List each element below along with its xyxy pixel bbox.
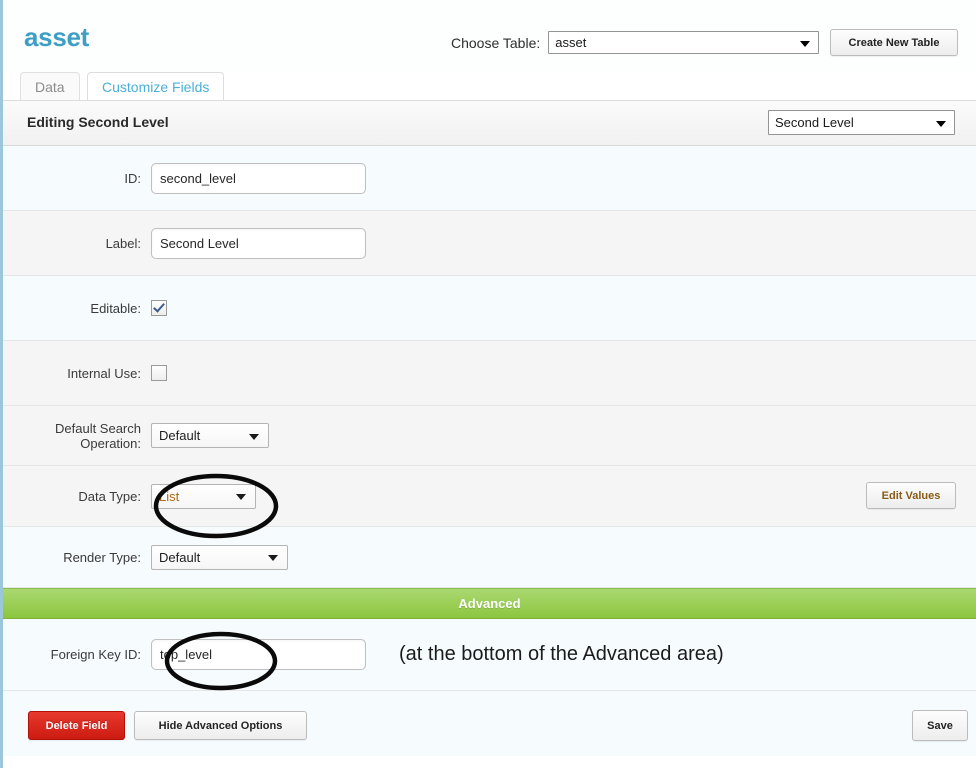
field-foreign-key-wrap: (at the bottom of the Advanced area) (151, 639, 976, 670)
row-id: ID: (3, 146, 976, 211)
editable-checkbox[interactable] (151, 300, 167, 316)
field-render-type-wrap: Default (151, 544, 976, 570)
app-window: asset Choose Table: asset Create New Tab… (0, 0, 976, 768)
field-chooser-select[interactable]: Second Level (768, 110, 955, 135)
internal-use-checkbox[interactable] (151, 365, 167, 381)
field-id-wrap (151, 162, 976, 194)
label-render-type: Render Type: (63, 549, 141, 565)
choose-table-group: Choose Table: asset (451, 31, 820, 54)
tab-bar: Data Customize Fields (20, 72, 976, 100)
render-type-value: Default (159, 549, 201, 565)
hide-advanced-options-button[interactable]: Hide Advanced Options (134, 711, 307, 740)
row-data-type: Data Type: List Edit Values (3, 466, 976, 527)
tab-customize-fields[interactable]: Customize Fields (87, 72, 225, 100)
tab-data-label: Data (35, 78, 65, 95)
id-input[interactable] (151, 162, 366, 194)
delete-field-button[interactable]: Delete Field (28, 711, 125, 740)
label-id: ID: (124, 170, 141, 186)
chevron-down-icon (800, 40, 811, 47)
row-internal-use: Internal Use: (3, 341, 976, 406)
label-default-search-operation: Default Search Operation: (3, 421, 151, 451)
choose-table-label: Choose Table: (451, 34, 541, 51)
choose-table-value: asset (555, 35, 587, 50)
field-editable-wrap (151, 300, 976, 316)
row-default-search-operation: Default Search Operation: Default (3, 406, 976, 466)
label-foreign-key-id: Foreign Key ID: (50, 647, 141, 662)
field-data-type-wrap: List Edit Values (151, 482, 976, 509)
save-label: Save (927, 719, 953, 732)
label-input[interactable] (151, 227, 366, 259)
save-button[interactable]: Save (912, 710, 968, 741)
render-type-select[interactable]: Default (151, 544, 288, 570)
data-type-select[interactable]: List (151, 483, 256, 509)
field-internal-use-wrap (151, 365, 976, 381)
editing-header: Editing Second Level Second Level (3, 100, 976, 146)
chevron-down-icon (936, 120, 946, 127)
app-logo: asset (24, 22, 89, 52)
advanced-section-banner: Advanced (3, 588, 976, 619)
label-default-search-operation-line2: Operation: (80, 435, 141, 451)
row-foreign-key-id: Foreign Key ID: (at the bottom of the Ad… (3, 619, 976, 691)
data-type-value: List (159, 488, 180, 504)
row-label: Label: (3, 211, 976, 276)
top-bar: asset Choose Table: asset Create New Tab… (3, 0, 976, 72)
chevron-down-icon (268, 555, 278, 561)
label-label: Label: (105, 235, 141, 251)
label-internal-use: Internal Use: (67, 365, 141, 381)
hide-advanced-options-label: Hide Advanced Options (158, 719, 283, 732)
field-default-search-operation-wrap: Default (151, 423, 976, 448)
chevron-down-icon (236, 494, 246, 500)
tab-customize-fields-label: Customize Fields (102, 78, 210, 95)
default-search-operation-value: Default (159, 428, 201, 443)
label-data-type: Data Type: (78, 488, 141, 504)
label-default-search-operation-line1: Default Search (55, 420, 141, 436)
chevron-down-icon (249, 433, 259, 440)
editing-title: Editing Second Level (27, 114, 169, 130)
default-search-operation-select[interactable]: Default (151, 423, 269, 448)
row-editable: Editable: (3, 276, 976, 341)
row-render-type: Render Type: Default (3, 527, 976, 588)
choose-table-select[interactable]: asset (548, 31, 820, 54)
tab-data[interactable]: Data (20, 72, 80, 100)
label-editable: Editable: (90, 300, 141, 316)
advanced-banner-label: Advanced (458, 596, 521, 611)
create-new-table-label: Create New Table (848, 36, 940, 49)
field-chooser-value: Second Level (775, 115, 854, 130)
foreign-key-id-input[interactable] (151, 639, 366, 670)
advanced-area-note: (at the bottom of the Advanced area) (399, 643, 724, 665)
create-new-table-button[interactable]: Create New Table (830, 29, 958, 56)
delete-field-label: Delete Field (45, 719, 108, 732)
footer-actions: Delete Field Hide Advanced Options Save (3, 691, 976, 756)
edit-values-label: Edit Values (881, 489, 941, 502)
edit-values-button[interactable]: Edit Values (866, 482, 956, 509)
field-label-wrap (151, 227, 976, 259)
